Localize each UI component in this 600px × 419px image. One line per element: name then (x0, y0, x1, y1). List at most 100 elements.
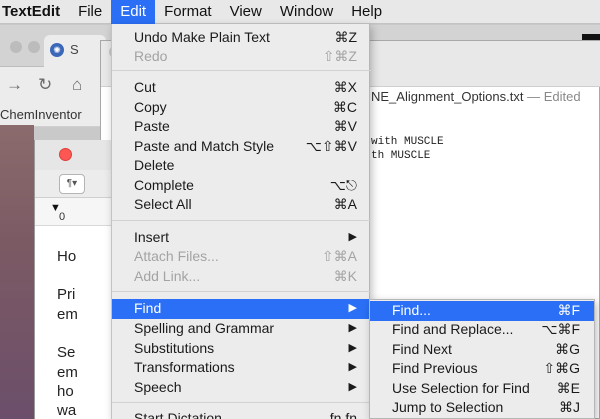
menu-item-label: Copy (134, 99, 167, 115)
menu-window[interactable]: Window (271, 0, 342, 24)
menu-item-attach-files[interactable]: Attach Files... ⇧⌘A (112, 247, 371, 267)
back-arrow-icon[interactable]: → (6, 75, 23, 95)
text-line: em (57, 306, 78, 323)
menu-item-insert[interactable]: Insert ▶ (112, 228, 371, 248)
menu-item-shortcut: ⌘Z (334, 29, 357, 45)
menu-item-label: Find (134, 300, 162, 316)
menu-item-find[interactable]: Find ▶ (112, 299, 371, 319)
menu-item-shortcut: ⌘K (333, 268, 357, 284)
menu-item-redo[interactable]: Redo ⇧⌘Z (112, 47, 371, 67)
submenu-arrow-icon: ▶ (348, 342, 357, 354)
globe-icon: ✺ (50, 43, 64, 57)
menu-item-shortcut: ⌘J (559, 399, 580, 415)
reload-icon[interactable]: ↻ (38, 75, 52, 95)
menu-item-spelling-grammar[interactable]: Spelling and Grammar ▶ (112, 319, 371, 339)
document-title: NE_Alignment_Options.txt — Edited (371, 89, 581, 104)
text-line: Ho (57, 248, 77, 265)
menu-item-shortcut: ⌘G (555, 341, 580, 357)
menu-item-label: Redo (134, 48, 168, 64)
submenu-item-find-next[interactable]: Find Next ⌘G (370, 340, 594, 360)
submenu-item-find[interactable]: Find... ⌘F (370, 301, 594, 321)
menu-bar: TextEdit File Edit Format View Window He… (0, 0, 600, 24)
text-line: Se (57, 344, 76, 361)
menu-item-label: Attach Files... (134, 248, 219, 264)
window-close-icon[interactable] (10, 41, 22, 53)
menu-item-select-all[interactable]: Select All ⌘A (112, 195, 371, 215)
submenu-arrow-icon: ▶ (348, 302, 357, 314)
menu-item-shortcut: ⌘A (333, 196, 357, 212)
text-line: Pri (57, 286, 76, 303)
menu-separator (112, 291, 371, 292)
menu-edit[interactable]: Edit (111, 0, 156, 24)
menu-item-copy[interactable]: Copy ⌘C (112, 98, 371, 118)
menu-item-cut[interactable]: Cut ⌘X (112, 78, 371, 98)
menu-item-start-dictation[interactable]: Start Dictation fn fn (112, 409, 371, 419)
menu-separator (112, 402, 371, 403)
menu-view[interactable]: View (221, 0, 271, 24)
menu-item-label: Add Link... (134, 268, 201, 284)
text-line: wa (57, 402, 77, 419)
menu-item-label: Undo Make Plain Text (134, 29, 270, 45)
submenu-item-jump-to-selection[interactable]: Jump to Selection ⌘J (370, 398, 594, 418)
menu-item-shortcut: ⇧⌘G (543, 360, 580, 376)
window-minimize-icon[interactable] (28, 41, 40, 53)
desktop-background (0, 125, 34, 419)
menu-format[interactable]: Format (155, 0, 221, 24)
submenu-item-use-selection[interactable]: Use Selection for Find ⌘E (370, 379, 594, 399)
menu-item-shortcut: ⌘E (556, 380, 580, 396)
menu-item-label: Speech (134, 379, 182, 395)
menu-item-shortcut: ⌘V (333, 118, 357, 134)
submenu-arrow-icon: ▶ (348, 361, 357, 373)
submenu-arrow-icon: ▶ (348, 381, 357, 393)
menu-item-label: Spelling and Grammar (134, 320, 275, 336)
menu-item-speech[interactable]: Speech ▶ (112, 378, 371, 398)
document-text-line: with MUSCLE (371, 136, 444, 148)
menu-item-shortcut: ⌘X (333, 79, 357, 95)
submenu-item-find-replace[interactable]: Find and Replace... ⌥⌘F (370, 320, 594, 340)
find-submenu: Find... ⌘F Find and Replace... ⌥⌘F Find … (369, 299, 595, 419)
menu-item-shortcut: ⇧⌘Z (322, 48, 357, 64)
home-icon[interactable]: ⌂ (72, 75, 82, 95)
menu-item-label: Paste and Match Style (134, 138, 275, 154)
menu-item-delete[interactable]: Delete (112, 156, 371, 176)
menu-item-label: Find Next (392, 341, 452, 357)
menu-item-shortcut: ⌘F (557, 302, 580, 318)
window-close-icon[interactable] (59, 148, 72, 161)
menu-item-paste[interactable]: Paste ⌘V (112, 117, 371, 137)
submenu-arrow-icon: ▶ (348, 322, 357, 334)
menu-item-add-link[interactable]: Add Link... ⌘K (112, 267, 371, 287)
menu-item-transformations[interactable]: Transformations ▶ (112, 358, 371, 378)
menu-item-shortcut: ⇧⌘A (321, 248, 357, 264)
menu-item-label: Use Selection for Find (392, 380, 530, 396)
menu-item-label: Find Previous (392, 360, 478, 376)
menu-item-shortcut: ⌥⇧⌘V (305, 138, 357, 154)
menu-item-shortcut: ⌘C (332, 99, 357, 115)
text-line: ho (57, 383, 74, 400)
bookmark-item[interactable]: ChemInventor (0, 107, 82, 122)
menu-item-label: Transformations (134, 359, 235, 375)
menu-separator (112, 70, 371, 71)
menu-item-shortcut: ⌥⌘F (541, 321, 580, 337)
submenu-item-find-previous[interactable]: Find Previous ⇧⌘G (370, 359, 594, 379)
menu-item-label: Jump to Selection (392, 399, 504, 415)
paragraph-style-icon[interactable]: ¶▾ (59, 174, 85, 194)
menu-item-complete[interactable]: Complete ⌥⎋ (112, 176, 371, 196)
menu-app-textedit[interactable]: TextEdit (0, 0, 69, 24)
menu-separator (112, 220, 371, 221)
menu-item-paste-match-style[interactable]: Paste and Match Style ⌥⇧⌘V (112, 137, 371, 157)
menu-item-undo[interactable]: Undo Make Plain Text ⌘Z (112, 28, 371, 48)
menu-item-label: Complete (134, 177, 194, 193)
menu-item-label: Find... (392, 302, 431, 318)
menu-item-substitutions[interactable]: Substitutions ▶ (112, 339, 371, 359)
browser-tab-title: S (70, 42, 79, 57)
browser-tab[interactable]: ✺ S (44, 35, 106, 67)
edit-menu: Undo Make Plain Text ⌘Z Redo ⇧⌘Z Cut ⌘X … (111, 24, 371, 419)
menu-item-label: Delete (134, 157, 175, 173)
menu-item-label: Start Dictation (134, 410, 222, 419)
menu-help[interactable]: Help (342, 0, 391, 24)
menu-item-label: Insert (134, 229, 170, 245)
menu-item-label: Find and Replace... (392, 321, 514, 337)
menu-item-label: Select All (134, 196, 192, 212)
menu-file[interactable]: File (69, 0, 111, 24)
ruler-zero-label: 0 (59, 211, 66, 223)
